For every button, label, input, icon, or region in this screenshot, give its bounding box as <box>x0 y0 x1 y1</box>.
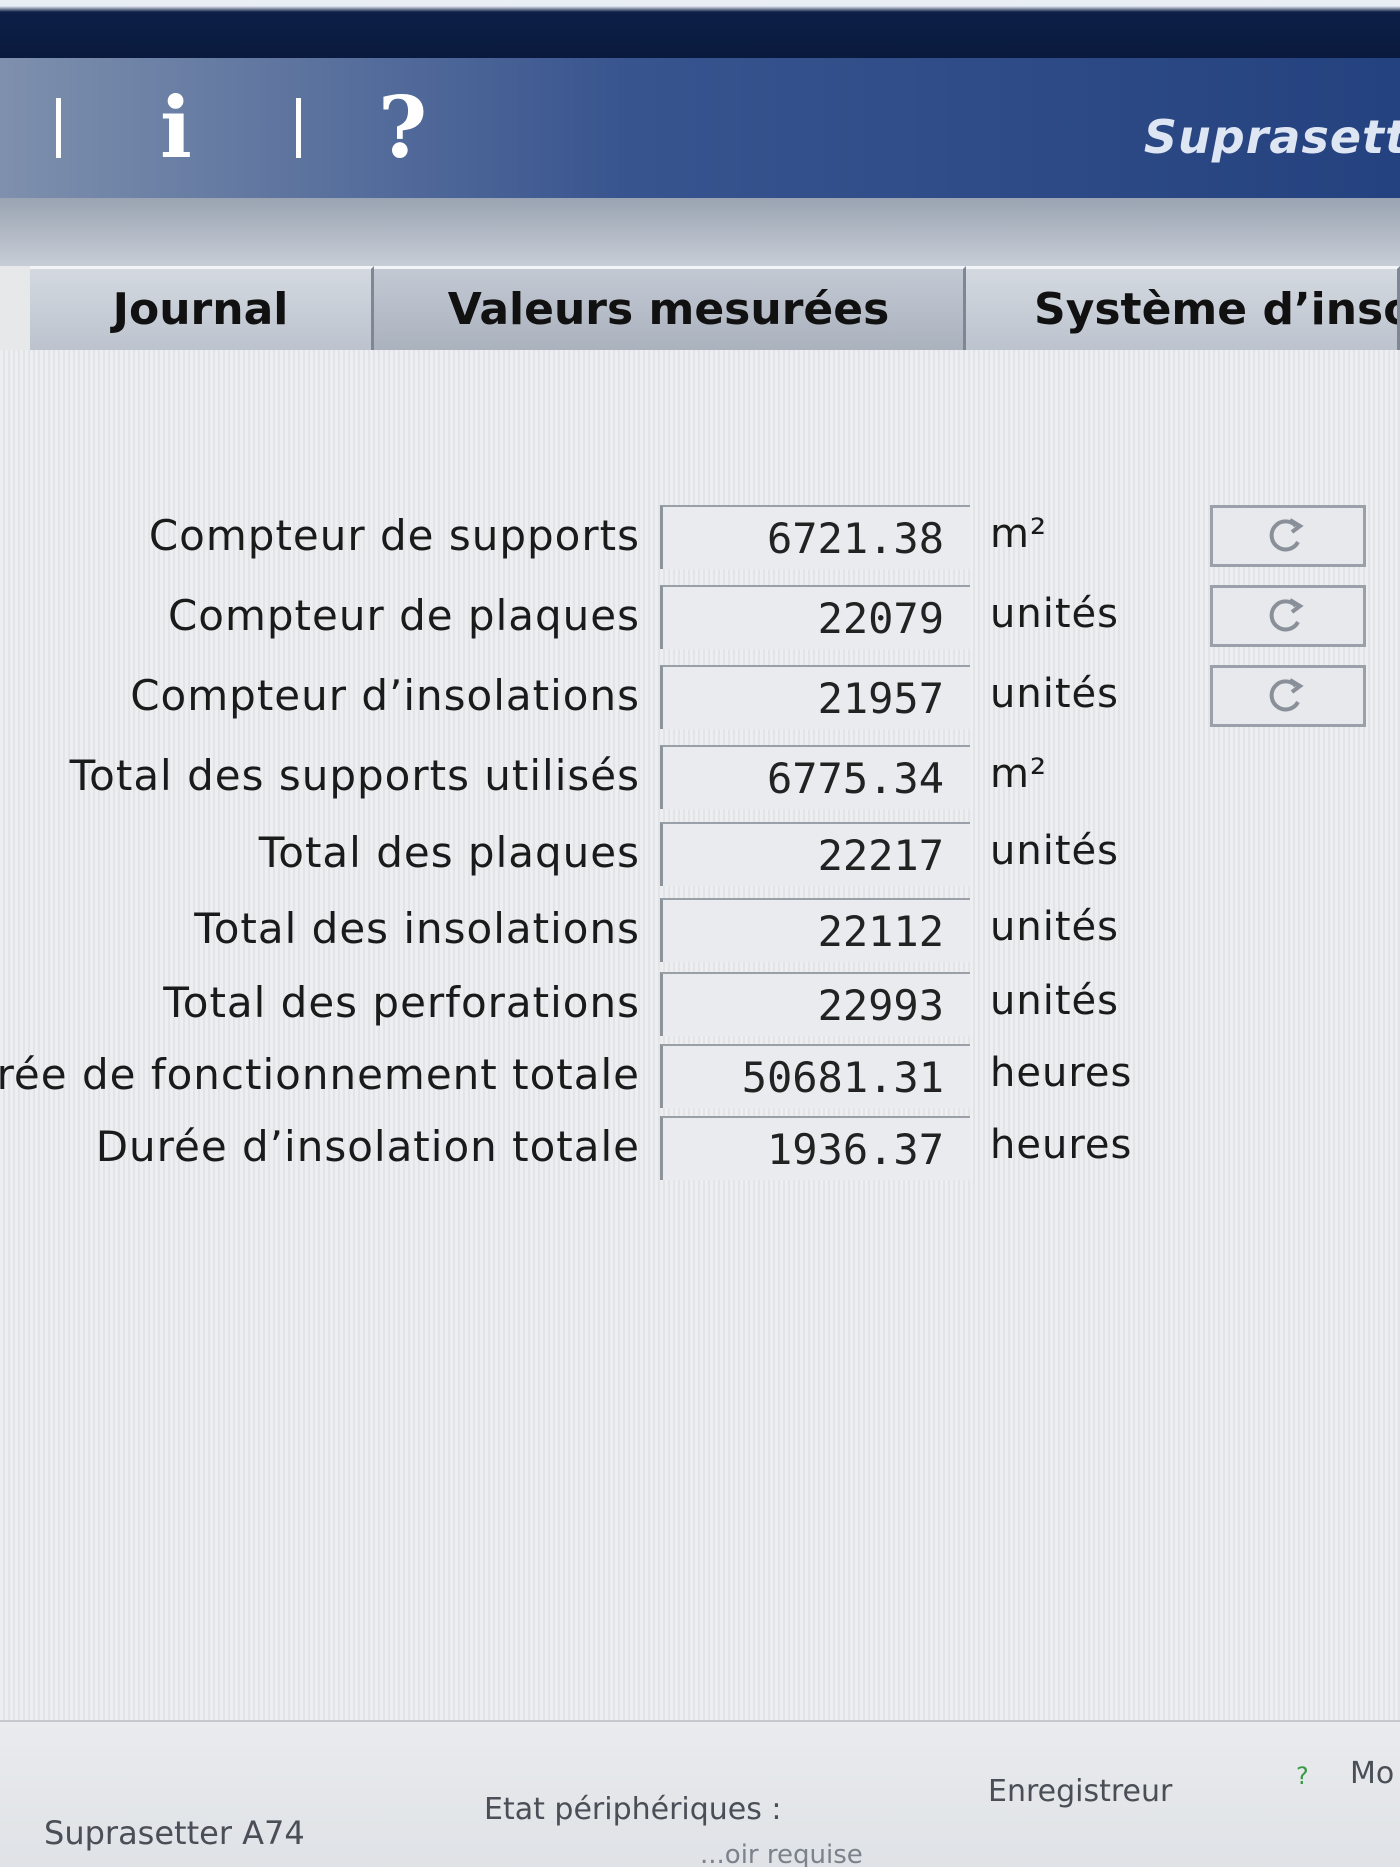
header-separator <box>296 98 301 158</box>
status-bar: Suprasetter A74 Etat périphériques : ...… <box>0 1720 1400 1867</box>
counter-value-field: 50681.31 <box>660 1044 970 1108</box>
app-header: i ? Suprasett <box>0 58 1400 198</box>
counter-label: urée de fonctionnement totale <box>0 1050 640 1099</box>
refresh-icon <box>1269 518 1304 552</box>
reset-button[interactable] <box>1210 505 1366 567</box>
tab-systeme-insolation[interactable]: Système d’insol <box>966 266 1400 350</box>
peripherals-label: Etat périphériques : <box>484 1792 782 1827</box>
counter-value-field: 22112 <box>660 898 970 962</box>
header-subbar <box>0 198 1400 266</box>
counter-value-field: 21957 <box>660 665 970 729</box>
mode-label[interactable]: Mo <box>1350 1756 1394 1791</box>
counter-unit: unités <box>990 828 1119 874</box>
recorder-status-icon: ? <box>1296 1762 1309 1790</box>
counter-label: Total des insolations <box>194 904 640 953</box>
counter-label: Total des supports utilisés <box>69 751 640 800</box>
counter-label: Durée d’insolation totale <box>95 1122 640 1171</box>
counter-unit: m² <box>990 751 1047 797</box>
counter-row: Total des perforations 22993 unités <box>0 972 1400 1036</box>
counter-value-field: 22993 <box>660 972 970 1036</box>
counter-label: Compteur de plaques <box>167 591 640 640</box>
tab-journal[interactable]: Journal <box>30 266 374 350</box>
counter-row: Total des plaques 22217 unités <box>0 822 1400 886</box>
tab-bar: Journal Valeurs mesurées Système d’insol <box>30 266 1400 350</box>
counter-unit: m² <box>990 511 1047 557</box>
counter-unit: unités <box>990 671 1119 717</box>
device-name: Suprasetter A74 <box>44 1814 305 1852</box>
counter-row: Compteur d’insolations 21957 unités <box>0 665 1400 729</box>
counter-row: Total des insolations 22112 unités <box>0 898 1400 962</box>
counter-value-field: 6721.38 <box>660 505 970 569</box>
info-icon[interactable]: i <box>160 78 192 178</box>
header-separator <box>56 98 61 158</box>
counter-row: Compteur de plaques 22079 unités <box>0 585 1400 649</box>
counter-value-field: 1936.37 <box>660 1116 970 1180</box>
brand-logo: Suprasett <box>1143 110 1400 164</box>
refresh-icon <box>1269 678 1304 712</box>
counter-row: urée de fonctionnement totale 50681.31 h… <box>0 1044 1400 1108</box>
counter-unit: unités <box>990 904 1119 950</box>
counter-label: Compteur de supports <box>148 511 640 560</box>
measured-values-panel: Compteur de supports 6721.38 m² Compteur… <box>0 350 1400 1770</box>
refresh-icon <box>1269 598 1304 632</box>
peripherals-state: ...oir requise <box>700 1840 863 1867</box>
counter-label: Total des perforations <box>163 978 640 1027</box>
window-top-bezel <box>0 0 1400 58</box>
help-icon[interactable]: ? <box>378 78 427 178</box>
reset-button[interactable] <box>1210 585 1366 647</box>
counter-row: Total des supports utilisés 6775.34 m² <box>0 745 1400 809</box>
tab-valeurs-mesurees[interactable]: Valeurs mesurées <box>374 266 966 350</box>
counter-unit: unités <box>990 591 1119 637</box>
counter-unit: heures <box>990 1122 1133 1168</box>
counter-value-field: 22079 <box>660 585 970 649</box>
reset-button[interactable] <box>1210 665 1366 727</box>
counter-value-field: 22217 <box>660 822 970 886</box>
counter-unit: unités <box>990 978 1119 1024</box>
counter-value-field: 6775.34 <box>660 745 970 809</box>
counter-label: Compteur d’insolations <box>130 671 640 720</box>
screen: i ? Suprasett Journal Valeurs mesurées S… <box>0 0 1400 1867</box>
counter-label: Total des plaques <box>258 828 640 877</box>
counter-row: Compteur de supports 6721.38 m² <box>0 505 1400 569</box>
recorder-label[interactable]: Enregistreur <box>988 1774 1172 1809</box>
counter-unit: heures <box>990 1050 1133 1096</box>
counter-row: Durée d’insolation totale 1936.37 heures <box>0 1116 1400 1180</box>
